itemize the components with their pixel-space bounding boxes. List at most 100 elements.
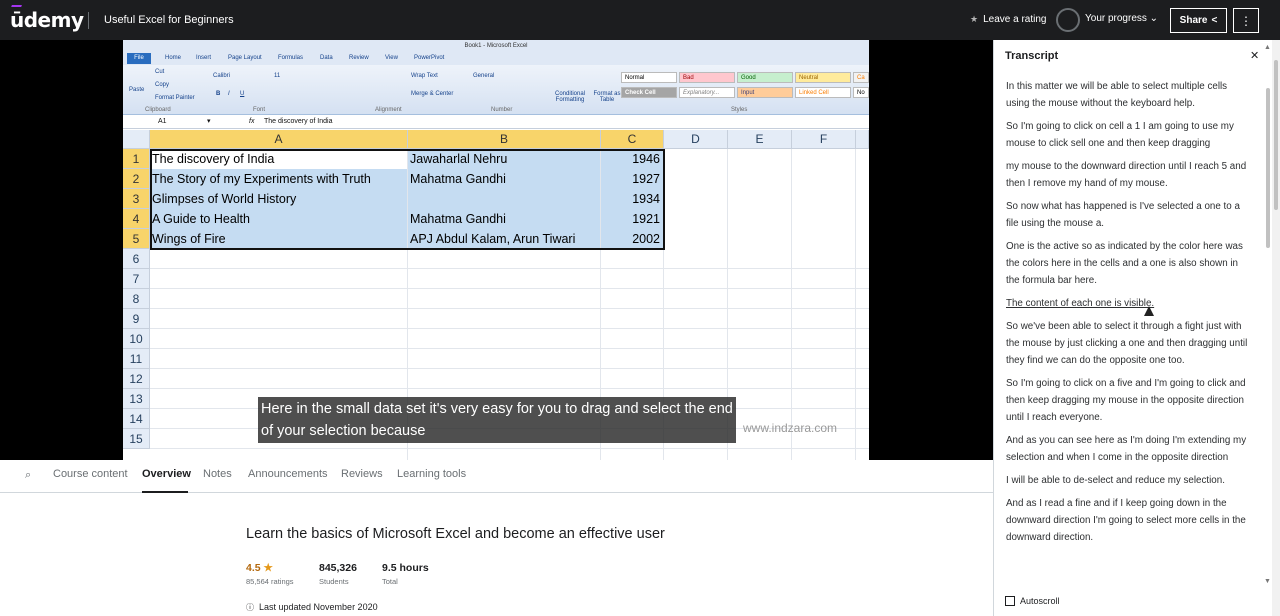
your-progress-button[interactable]: Your progress ⌄ bbox=[1085, 13, 1158, 24]
font-name-select[interactable]: Calibri bbox=[213, 73, 230, 79]
style-explanatory[interactable]: Explanatory... bbox=[679, 87, 735, 98]
formula-input[interactable]: The discovery of India bbox=[264, 118, 332, 125]
transcript-line[interactable]: my mouse to the downward direction until… bbox=[1006, 158, 1251, 192]
number-format-select[interactable]: General bbox=[473, 73, 494, 79]
wrap-text-button[interactable]: Wrap Text bbox=[411, 73, 438, 79]
last-updated-text: Last updated November 2020 bbox=[259, 602, 378, 612]
excel-tab-insert[interactable]: Insert bbox=[196, 55, 211, 61]
transcript-line[interactable]: So now what has happened is I've selecte… bbox=[1006, 198, 1251, 232]
style-check-cell[interactable]: Check Cell bbox=[621, 87, 677, 98]
column-header-d[interactable]: D bbox=[664, 130, 728, 149]
page-scrollbar-thumb[interactable] bbox=[1274, 60, 1278, 210]
row-header-14[interactable]: 14 bbox=[123, 409, 150, 429]
course-title[interactable]: Useful Excel for Beginners bbox=[104, 14, 234, 26]
tab-announcements[interactable]: Announcements bbox=[248, 468, 328, 480]
row-header-9[interactable]: 9 bbox=[123, 309, 150, 329]
style-linked-cell[interactable]: Linked Cell bbox=[795, 87, 851, 98]
format-as-table-button[interactable]: Format as Table bbox=[593, 91, 621, 103]
tab-overview[interactable]: Overview bbox=[142, 468, 191, 480]
udemy-logo[interactable]: ūdemy bbox=[10, 5, 84, 32]
transcript-line[interactable]: So I'm going to click on a five and I'm … bbox=[1006, 375, 1251, 426]
style-note[interactable]: No bbox=[853, 87, 869, 98]
row-header-12[interactable]: 12 bbox=[123, 369, 150, 389]
more-options-button[interactable]: ⋮ bbox=[1233, 8, 1259, 33]
style-normal[interactable]: Normal bbox=[621, 72, 677, 83]
style-input[interactable]: Input bbox=[737, 87, 793, 98]
progress-label: Your progress bbox=[1085, 13, 1147, 24]
row-header-8[interactable]: 8 bbox=[123, 289, 150, 309]
scroll-down-icon[interactable]: ▼ bbox=[1264, 578, 1271, 585]
row-header-2[interactable]: 2 bbox=[123, 169, 150, 189]
transcript-line[interactable]: One is the active so as indicated by the… bbox=[1006, 238, 1251, 289]
style-bad[interactable]: Bad bbox=[679, 72, 735, 83]
transcript-line[interactable]: I will be able to de-select and reduce m… bbox=[1006, 472, 1251, 489]
bold-icon[interactable]: B bbox=[216, 91, 220, 97]
excel-tab-review[interactable]: Review bbox=[349, 55, 369, 61]
excel-file-tab[interactable]: File bbox=[127, 53, 151, 64]
excel-tab-formulas[interactable]: Formulas bbox=[278, 55, 303, 61]
row-header-11[interactable]: 11 bbox=[123, 349, 150, 369]
name-box[interactable]: A1 bbox=[158, 118, 167, 125]
transcript-line[interactable]: And as I read a fine and if I keep going… bbox=[1006, 495, 1251, 546]
leave-rating-button[interactable]: ★ Leave a rating bbox=[970, 14, 1046, 25]
excel-ribbon: Paste Cut Copy Format Painter Clipboard … bbox=[123, 65, 869, 115]
scroll-up-icon[interactable]: ▲ bbox=[1264, 44, 1271, 51]
autoscroll-toggle[interactable]: Autoscroll bbox=[1005, 596, 1060, 606]
excel-tab-view[interactable]: View bbox=[385, 55, 398, 61]
fx-icon[interactable]: fx bbox=[249, 118, 254, 125]
tab-reviews[interactable]: Reviews bbox=[341, 468, 383, 480]
transcript-line[interactable]: So I'm going to click on cell a 1 I am g… bbox=[1006, 118, 1251, 152]
page-scrollbar[interactable] bbox=[1272, 40, 1280, 616]
font-size-select[interactable]: 11 bbox=[274, 73, 280, 79]
video-player[interactable]: Book1 - Microsoft Excel File Home Insert… bbox=[0, 40, 993, 460]
column-header-e[interactable]: E bbox=[728, 130, 792, 149]
paste-button[interactable]: Paste bbox=[129, 87, 144, 93]
tab-learning-tools[interactable]: Learning tools bbox=[397, 468, 466, 480]
select-all-corner[interactable] bbox=[123, 130, 150, 149]
style-neutral[interactable]: Neutral bbox=[795, 72, 851, 83]
format-painter-button[interactable]: Format Painter bbox=[155, 95, 195, 101]
excel-tab-powerpivot[interactable]: PowerPivot bbox=[414, 55, 444, 61]
row-header-4[interactable]: 4 bbox=[123, 209, 150, 229]
row-header-15[interactable]: 15 bbox=[123, 429, 150, 449]
column-header-b[interactable]: B bbox=[408, 130, 601, 149]
copy-button[interactable]: Copy bbox=[155, 82, 169, 88]
excel-title-bar: Book1 - Microsoft Excel bbox=[123, 40, 869, 52]
row-header-1[interactable]: 1 bbox=[123, 149, 150, 169]
transcript-line-active[interactable]: The content of each one is visible. bbox=[1006, 295, 1251, 312]
share-button[interactable]: Share < bbox=[1170, 8, 1227, 33]
search-icon[interactable]: ⌕ bbox=[25, 469, 31, 482]
style-calculation[interactable]: Ca bbox=[853, 72, 869, 83]
tab-course-content[interactable]: Course content bbox=[53, 468, 128, 480]
row-header-6[interactable]: 6 bbox=[123, 249, 150, 269]
column-header-f[interactable]: F bbox=[792, 130, 856, 149]
grid-line bbox=[150, 368, 869, 369]
style-good[interactable]: Good bbox=[737, 72, 793, 83]
transcript-line[interactable]: In this matter we will be able to select… bbox=[1006, 78, 1251, 112]
row-header-3[interactable]: 3 bbox=[123, 189, 150, 209]
excel-tab-home[interactable]: Home bbox=[165, 55, 181, 61]
column-header-c[interactable]: C bbox=[601, 130, 664, 149]
merge-center-button[interactable]: Merge & Center bbox=[411, 91, 453, 97]
row-header-5[interactable]: 5 bbox=[123, 229, 150, 249]
row-header-13[interactable]: 13 bbox=[123, 389, 150, 409]
excel-tab-data[interactable]: Data bbox=[320, 55, 333, 61]
column-header-a[interactable]: A bbox=[150, 130, 408, 149]
conditional-formatting-button[interactable]: Conditional Formatting bbox=[553, 91, 587, 103]
tab-notes[interactable]: Notes bbox=[203, 468, 232, 480]
transcript-line[interactable]: And as you can see here as I'm doing I'm… bbox=[1006, 432, 1251, 466]
ratings-count[interactable]: 85,564 ratings bbox=[246, 577, 294, 586]
excel-tab-page-layout[interactable]: Page Layout bbox=[228, 55, 262, 61]
column-header-g[interactable] bbox=[856, 130, 869, 149]
autoscroll-checkbox[interactable] bbox=[1005, 596, 1015, 606]
close-icon[interactable]: ✕ bbox=[1250, 49, 1259, 62]
row-header-7[interactable]: 7 bbox=[123, 269, 150, 289]
chevron-down-icon[interactable]: ▾ bbox=[207, 117, 211, 125]
cut-button[interactable]: Cut bbox=[155, 69, 164, 75]
italic-icon[interactable]: I bbox=[228, 91, 230, 97]
row-header-10[interactable]: 10 bbox=[123, 329, 150, 349]
underline-icon[interactable]: U bbox=[240, 91, 244, 97]
scrollbar-thumb[interactable] bbox=[1266, 88, 1270, 248]
transcript-line[interactable]: So we've been able to select it through … bbox=[1006, 318, 1251, 369]
progress-ring-icon[interactable] bbox=[1056, 8, 1080, 32]
